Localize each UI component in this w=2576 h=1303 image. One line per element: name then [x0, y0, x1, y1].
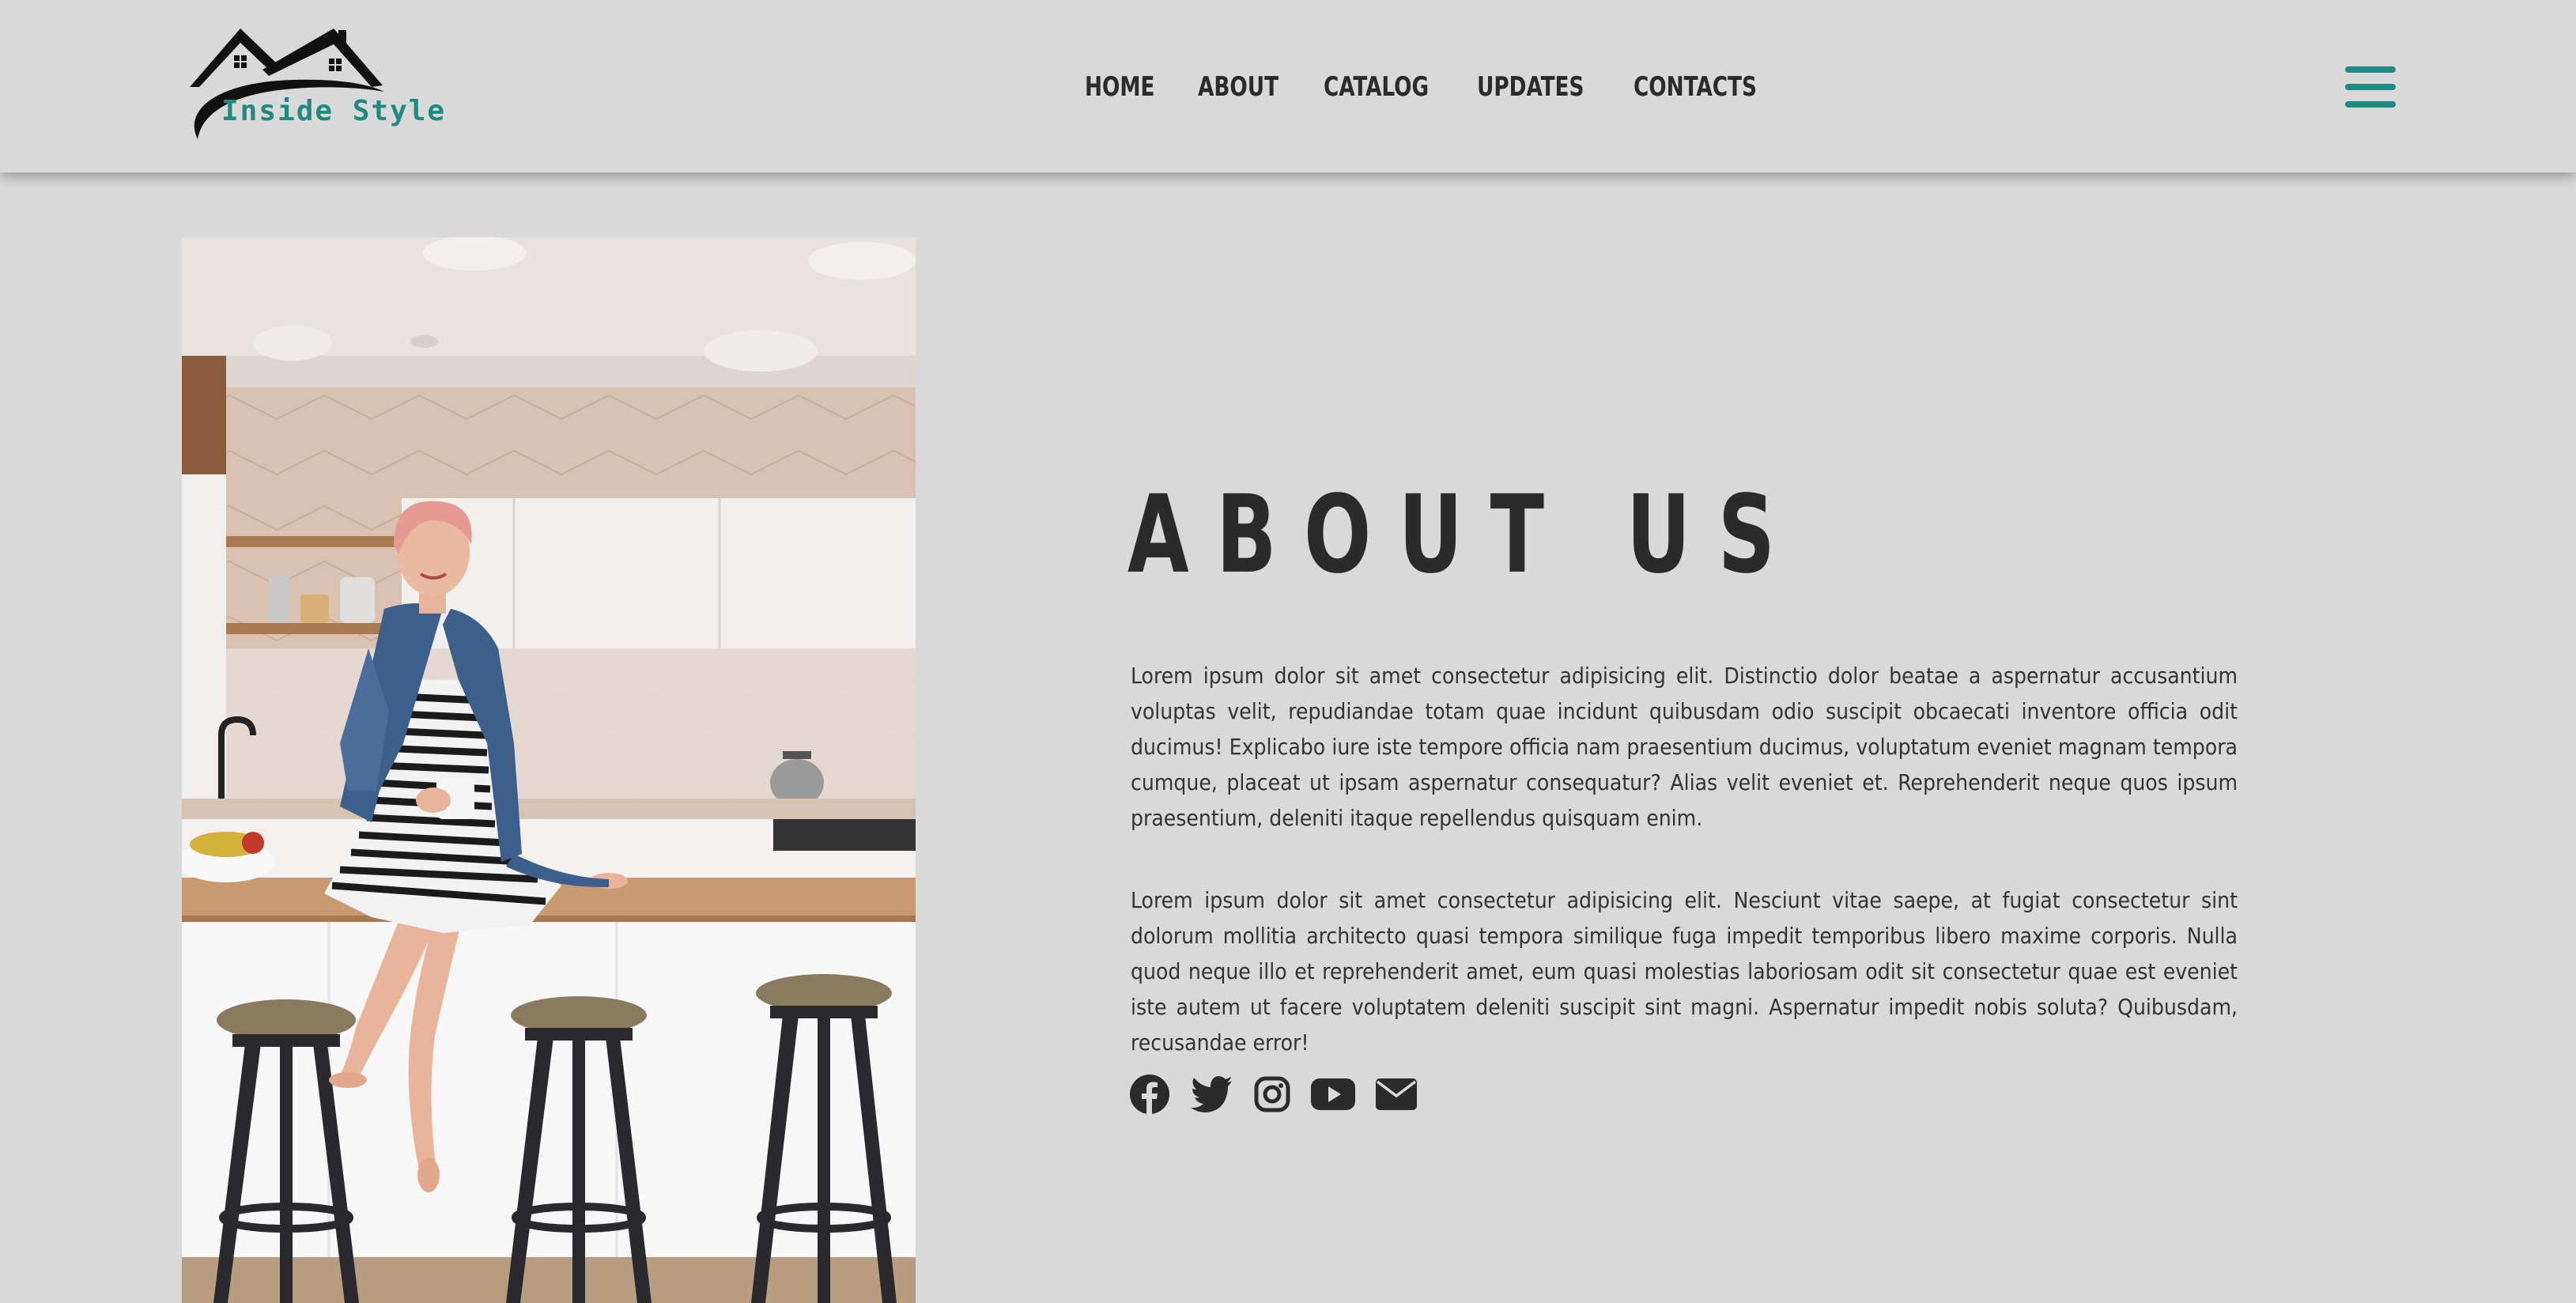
- twitter-icon[interactable]: [1191, 1074, 1233, 1115]
- youtube-icon[interactable]: [1311, 1074, 1355, 1115]
- hamburger-icon[interactable]: [2345, 66, 2396, 108]
- nav-item-home[interactable]: HOME: [1085, 71, 1155, 103]
- nav-item-about[interactable]: ABOUT: [1198, 71, 1279, 103]
- social-links: [1129, 1074, 1437, 1115]
- envelope-icon[interactable]: [1376, 1074, 1417, 1115]
- nav-item-contacts[interactable]: CONTACTS: [1634, 71, 1757, 103]
- page-title: ABOUT US: [1127, 473, 1803, 598]
- instagram-icon[interactable]: [1254, 1074, 1290, 1115]
- about-paragraph-2: Lorem ipsum dolor sit amet consectetur a…: [1131, 887, 2238, 1056]
- logo-text: Inside Style: [221, 95, 447, 127]
- about-paragraph-1: Lorem ipsum dolor sit amet consectetur a…: [1131, 663, 2238, 831]
- main-nav: HOME ABOUT CATALOG UPDATES CONTACTS: [1085, 68, 1808, 106]
- site-header: Inside Style HOME ABOUT CATALOG UPDATES …: [0, 0, 2576, 172]
- nav-item-updates[interactable]: UPDATES: [1477, 71, 1584, 103]
- nav-item-catalog[interactable]: CATALOG: [1324, 71, 1429, 103]
- facebook-icon[interactable]: [1129, 1074, 1170, 1115]
- logo[interactable]: Inside Style: [183, 24, 444, 142]
- about-photo: [182, 237, 916, 1303]
